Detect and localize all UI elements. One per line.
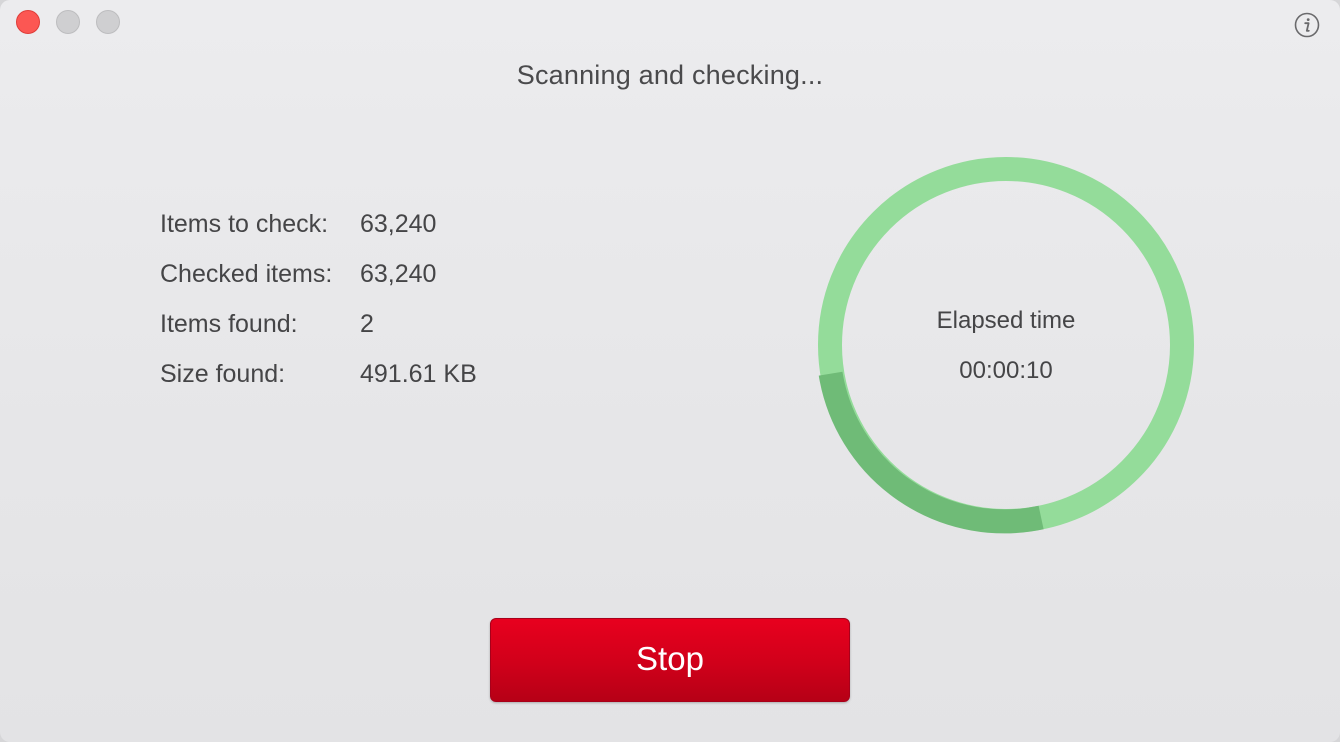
stat-value: 491.61 KB [360, 360, 477, 388]
elapsed-time-label: Elapsed time [936, 307, 1076, 334]
stat-label: Items to check: [160, 210, 329, 238]
close-window-button[interactable] [16, 10, 40, 34]
progress-ring: Elapsed time 00:00:10 [816, 155, 1196, 535]
info-icon[interactable] [1294, 12, 1320, 38]
progress-ring-indicator [818, 371, 1044, 534]
stat-label: Size found: [160, 360, 286, 388]
stat-label: Items found: [160, 310, 298, 338]
minimize-window-button[interactable] [56, 10, 80, 34]
elapsed-time-value: 00:00:10 [959, 357, 1053, 384]
stat-value: 2 [360, 310, 374, 338]
stat-value: 63,240 [360, 260, 437, 288]
stat-value: 63,240 [360, 210, 437, 238]
page-title: Scanning and checking... [516, 60, 824, 90]
stat-label: Checked items: [160, 260, 333, 288]
stop-button[interactable]: Stop [490, 618, 850, 702]
zoom-window-button[interactable] [96, 10, 120, 34]
app-window: Scanning and checking... Items to check:… [0, 0, 1340, 742]
